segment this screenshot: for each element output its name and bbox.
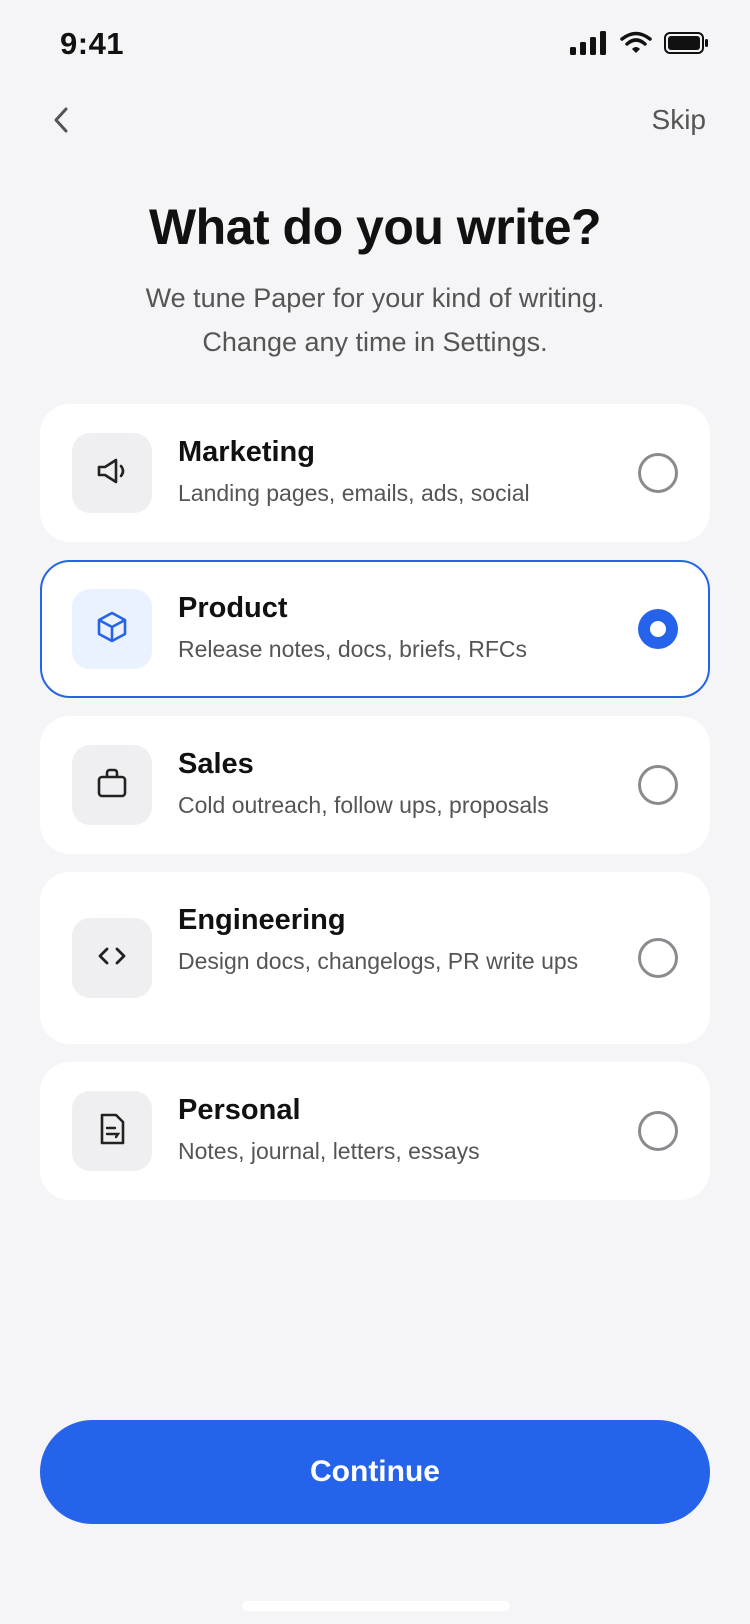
- option-product[interactable]: Product Release notes, docs, briefs, RFC…: [40, 560, 710, 698]
- option-engineering[interactable]: Engineering Design docs, changelogs, PR …: [40, 872, 710, 1044]
- option-title: Engineering: [178, 904, 346, 936]
- subtitle-line: We tune Paper for your kind of writing.: [145, 283, 605, 313]
- option-text: Engineering Design docs, changelogs, PR …: [178, 902, 588, 978]
- option-description: Release notes, docs, briefs, RFCs: [178, 636, 527, 662]
- option-text: Sales Cold outreach, follow ups, proposa…: [178, 746, 588, 822]
- status-time: 9:41: [60, 26, 125, 61]
- option-title: Product: [178, 592, 288, 624]
- option-icon-tile: [72, 1091, 152, 1171]
- briefcase-icon: [94, 765, 130, 806]
- option-text: Product Release notes, docs, briefs, RFC…: [178, 590, 588, 666]
- option-title: Marketing: [178, 436, 315, 468]
- back-button[interactable]: [36, 96, 88, 148]
- option-icon-tile: [72, 918, 152, 998]
- status-bar: 9:41: [0, 0, 750, 92]
- cube-icon: [94, 609, 130, 650]
- option-sales[interactable]: Sales Cold outreach, follow ups, proposa…: [40, 716, 710, 854]
- skip-button[interactable]: Skip: [652, 104, 706, 136]
- battery-icon: [664, 31, 710, 60]
- option-icon-tile: [72, 745, 152, 825]
- home-indicator: [242, 1601, 510, 1611]
- page-subtitle: We tune Paper for your kind of writing. …: [80, 276, 670, 364]
- option-icon-tile: [72, 433, 152, 513]
- option-title: Sales: [178, 748, 254, 780]
- option-title: Personal: [178, 1094, 301, 1126]
- option-description: Notes, journal, letters, essays: [178, 1138, 480, 1164]
- subtitle-line: Change any time in Settings.: [202, 327, 548, 357]
- cellular-signal-icon: [570, 30, 608, 60]
- chevron-left-icon: [52, 105, 72, 140]
- megaphone-icon: [94, 453, 130, 494]
- document-icon: [94, 1111, 130, 1152]
- radio-button-selected[interactable]: [638, 609, 678, 649]
- option-personal[interactable]: Personal Notes, journal, letters, essays: [40, 1062, 710, 1200]
- radio-button[interactable]: [638, 1111, 678, 1151]
- option-text: Marketing Landing pages, emails, ads, so…: [178, 434, 588, 510]
- continue-button[interactable]: Continue: [40, 1420, 710, 1524]
- radio-button[interactable]: [638, 938, 678, 978]
- wifi-icon: [620, 31, 652, 60]
- status-icons: [570, 30, 710, 60]
- nav-bar: Skip: [0, 92, 750, 152]
- option-icon-tile: [72, 589, 152, 669]
- option-description: Cold outreach, follow ups, proposals: [178, 792, 549, 818]
- radio-button[interactable]: [638, 765, 678, 805]
- page-title: What do you write?: [148, 199, 602, 255]
- option-description: Landing pages, emails, ads, social: [178, 480, 530, 506]
- option-text: Personal Notes, journal, letters, essays: [178, 1092, 588, 1168]
- writing-type-options: Marketing Landing pages, emails, ads, so…: [40, 404, 710, 1218]
- option-description: Design docs, changelogs, PR write ups: [178, 948, 579, 974]
- option-marketing[interactable]: Marketing Landing pages, emails, ads, so…: [40, 404, 710, 542]
- radio-button[interactable]: [638, 453, 678, 493]
- code-icon: [94, 938, 130, 979]
